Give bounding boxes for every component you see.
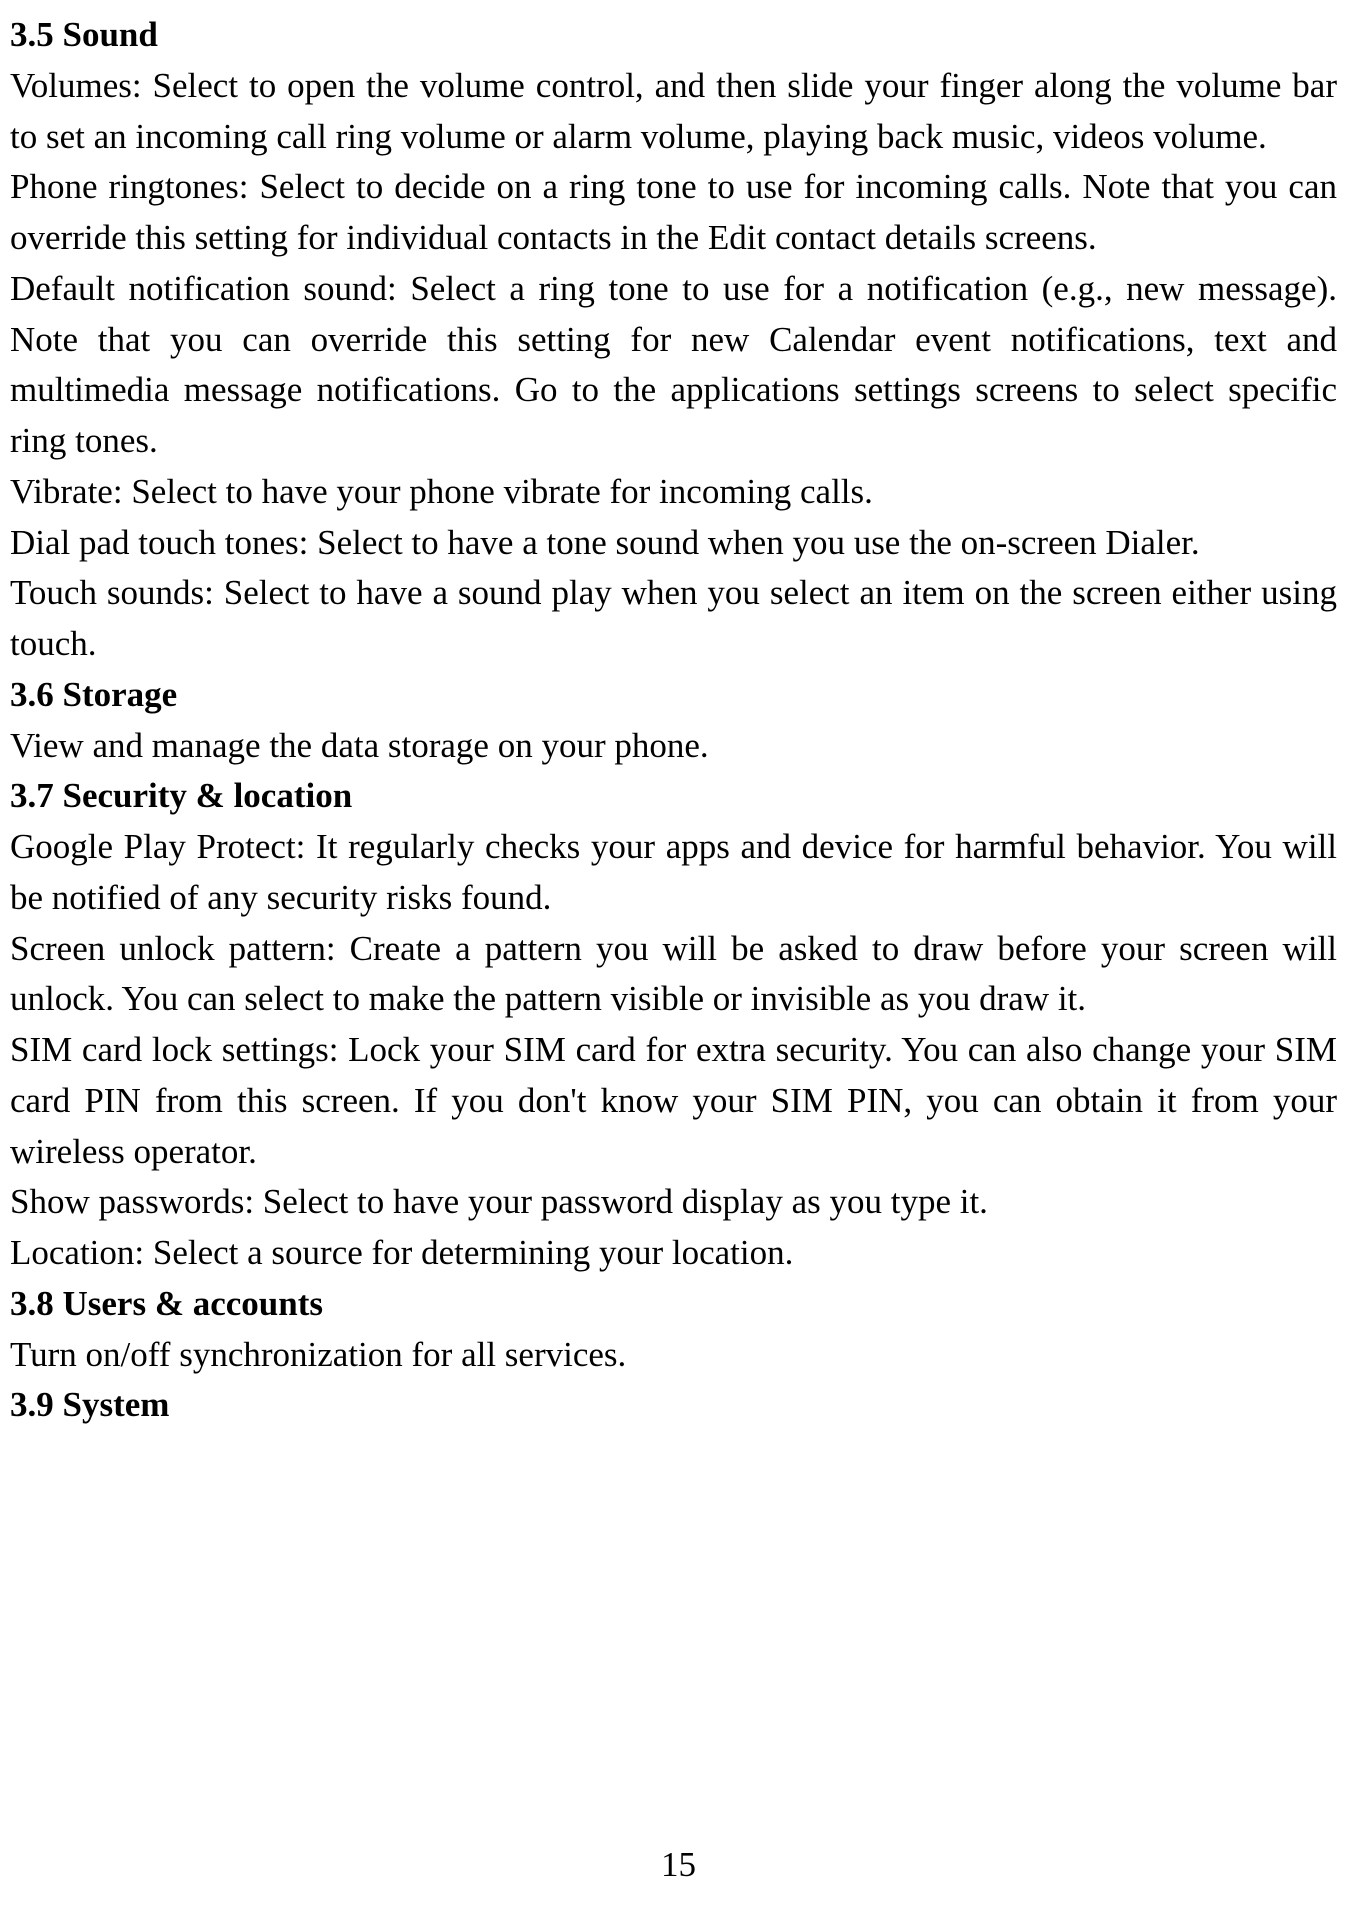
para-passwords: Show passwords: Select to have your pass… [10, 1177, 1337, 1228]
para-vibrate: Vibrate: Select to have your phone vibra… [10, 467, 1337, 518]
para-volumes: Volumes: Select to open the volume contr… [10, 61, 1337, 163]
page-number: 15 [0, 1845, 1357, 1885]
para-simlock: SIM card lock settings: Lock your SIM ca… [10, 1025, 1337, 1177]
para-location: Location: Select a source for determinin… [10, 1228, 1337, 1279]
para-dialpad: Dial pad touch tones: Select to have a t… [10, 518, 1337, 569]
document-page: 3.5 Sound Volumes: Select to open the vo… [0, 0, 1357, 1910]
heading-system: 3.9 System [10, 1380, 1337, 1431]
para-storage: View and manage the data storage on your… [10, 721, 1337, 772]
para-playprotect: Google Play Protect: It regularly checks… [10, 822, 1337, 924]
para-users: Turn on/off synchronization for all serv… [10, 1330, 1337, 1381]
heading-storage: 3.6 Storage [10, 670, 1337, 721]
para-notification: Default notification sound: Select a rin… [10, 264, 1337, 467]
para-touch: Touch sounds: Select to have a sound pla… [10, 568, 1337, 670]
heading-security: 3.7 Security & location [10, 771, 1337, 822]
para-unlock: Screen unlock pattern: Create a pattern … [10, 924, 1337, 1026]
heading-users: 3.8 Users & accounts [10, 1279, 1337, 1330]
heading-sound: 3.5 Sound [10, 10, 1337, 61]
para-ringtones: Phone ringtones: Select to decide on a r… [10, 162, 1337, 264]
